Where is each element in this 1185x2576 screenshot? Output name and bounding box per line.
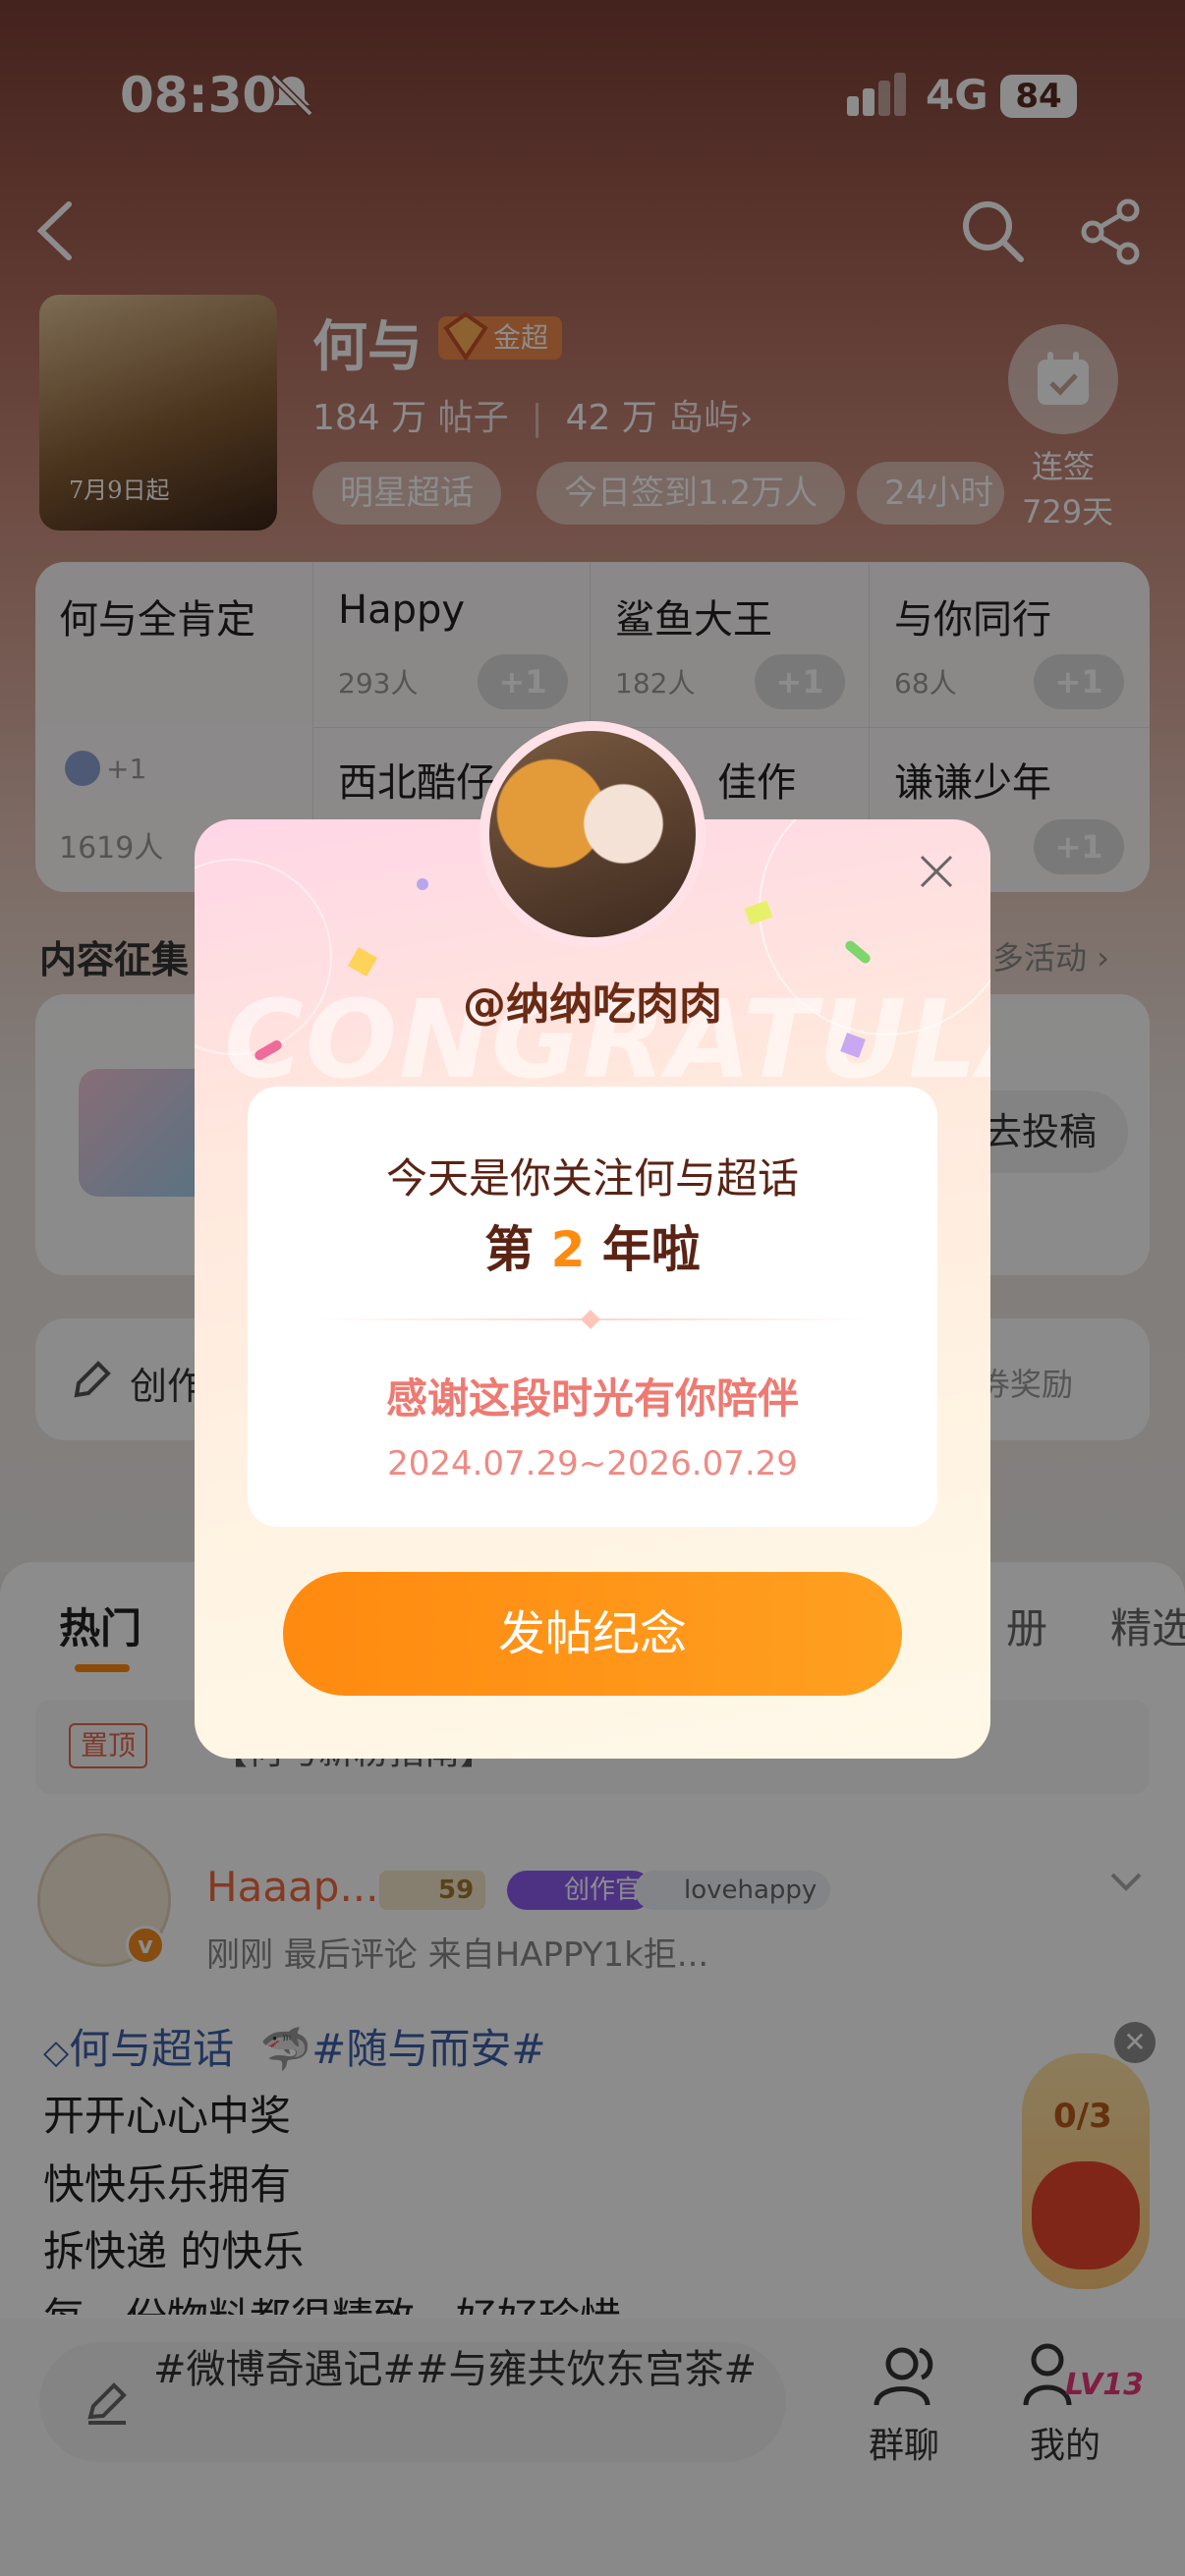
follow-duration-line: 今天是你关注何与超话: [385, 1154, 799, 1203]
thanks-text: 感谢这段时光有你陪伴: [385, 1374, 799, 1423]
modal-avatar: [489, 731, 696, 937]
years-suffix: 年啦: [601, 1221, 701, 1278]
close-icon[interactable]: [916, 851, 957, 892]
years-prefix: 第: [484, 1221, 535, 1278]
modal-username: @纳纳吃肉肉: [463, 980, 722, 1030]
post-commemorate-button[interactable]: 发帖纪念: [283, 1572, 902, 1696]
years-number: 2: [550, 1221, 586, 1278]
date-range: 2024.07.29~2026.07.29: [387, 1444, 798, 1484]
anniversary-modal: CONGRATULATE @纳纳吃肉肉 今天是你关注何与超话 第 2 年啦 感谢…: [195, 819, 990, 1759]
follow-years-line: 第 2 年啦: [248, 1210, 937, 1281]
modal-avatar-frame: [480, 721, 705, 947]
confetti: [417, 878, 428, 890]
modal-content-card: 今天是你关注何与超话 第 2 年啦 感谢这段时光有你陪伴 2024.07.29~…: [248, 1087, 937, 1527]
heart-divider-icon: [581, 1310, 600, 1329]
